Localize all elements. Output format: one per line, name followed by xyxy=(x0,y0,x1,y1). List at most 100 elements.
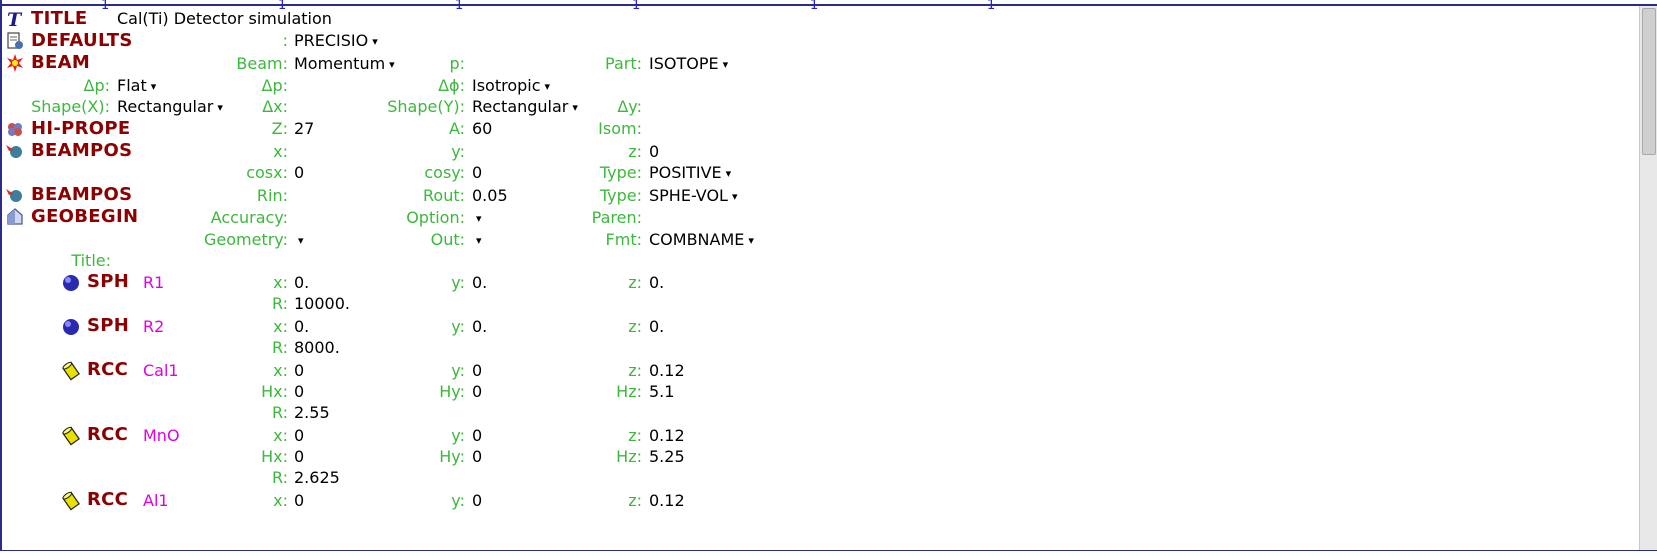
type-select[interactable]: SPHE-VOL ▾ xyxy=(649,186,737,206)
flair-input-editor: 1 1 1 1 1 1 T TITLE Cal(Ti) Detector sim… xyxy=(0,0,1657,556)
title-icon: T xyxy=(7,9,23,29)
defaults-value: PRECISIO xyxy=(294,31,369,50)
y-label: y: xyxy=(451,491,465,510)
p-label: p: xyxy=(449,54,465,73)
beam-label: Beam: xyxy=(236,54,288,73)
ruler-marker: 1 xyxy=(455,0,464,13)
dropdown-arrow-icon: ▾ xyxy=(731,190,738,203)
y-label: y: xyxy=(451,317,465,336)
z-value[interactable]: 0.12 xyxy=(649,361,685,381)
card-title[interactable]: TITLE xyxy=(31,9,88,29)
out-label: Out: xyxy=(430,230,465,249)
z-value[interactable]: 0.12 xyxy=(649,426,685,446)
hx-label: Hx: xyxy=(261,382,288,401)
hy-label: Hy: xyxy=(439,382,465,401)
beampos-icon xyxy=(6,145,22,158)
defaults-select[interactable]: PRECISIO ▾ xyxy=(294,31,378,51)
hz-value[interactable]: 5.25 xyxy=(649,447,685,467)
card-beam[interactable]: BEAM xyxy=(31,53,90,73)
paren-label: Paren: xyxy=(591,208,642,227)
svg-text:T: T xyxy=(7,9,23,29)
dropdown-arrow-icon: ▾ xyxy=(725,167,732,180)
cylinder-icon xyxy=(62,491,80,511)
dphi-select[interactable]: Isotropic ▾ xyxy=(472,76,550,96)
z-value[interactable]: 0. xyxy=(649,317,664,337)
dropdown-arrow-icon: ▾ xyxy=(722,58,729,71)
dx-label: Δx: xyxy=(262,97,288,116)
r-value[interactable]: 10000. xyxy=(294,294,350,314)
shapey-label: Shape(Y): xyxy=(387,97,465,116)
ruler-marker: 1 xyxy=(987,0,996,13)
accuracy-label: Accuracy: xyxy=(210,208,288,227)
a-label: A: xyxy=(448,119,465,138)
dphi-label: Δϕ: xyxy=(438,76,465,95)
ruler-marker: 1 xyxy=(810,0,819,13)
y-label: y: xyxy=(451,426,465,445)
type-label: Type: xyxy=(599,186,642,205)
y-label: y: xyxy=(451,142,465,161)
dp2-label: Δp: xyxy=(261,76,289,95)
x-label: x: xyxy=(273,491,288,510)
type-value: POSITIVE xyxy=(649,163,722,182)
hz-value[interactable]: 5.1 xyxy=(649,382,674,402)
cosy-label: cosy: xyxy=(424,163,465,182)
rout-label: Rout: xyxy=(423,186,465,205)
geo-title-label: Title: xyxy=(71,251,111,270)
defaults-icon xyxy=(7,32,23,49)
card-hi-prope[interactable]: HI-PROPE xyxy=(31,119,130,139)
part-label: Part: xyxy=(605,54,642,73)
cylinder-icon xyxy=(62,361,80,381)
ruler-bar xyxy=(0,0,1657,6)
hz-label: Hz: xyxy=(616,447,642,466)
dropdown-arrow-icon: ▾ xyxy=(544,80,551,93)
z-value[interactable]: 0. xyxy=(649,273,664,293)
sphere-icon xyxy=(63,319,79,335)
hz-label: Hz: xyxy=(616,382,642,401)
z-label: z: xyxy=(628,361,642,380)
cylinder-icon xyxy=(62,426,80,446)
ruler-marker: 1 xyxy=(101,0,110,13)
z-label: z: xyxy=(628,426,642,445)
x-label: x: xyxy=(273,317,288,336)
fmt-select[interactable]: COMBNAME ▾ xyxy=(649,230,754,250)
type-label: Type: xyxy=(599,163,642,182)
dp-label: Δp: xyxy=(83,76,111,95)
sphere-icon xyxy=(63,275,79,291)
shapex-label: Shape(X): xyxy=(31,97,110,116)
type-value: SPHE-VOL xyxy=(649,186,728,205)
rin-label: Rin: xyxy=(256,186,288,205)
scrollbar-thumb[interactable] xyxy=(1642,8,1656,155)
r-value[interactable]: 8000. xyxy=(294,338,340,358)
z-label: z: xyxy=(628,142,642,161)
isom-label: Isom: xyxy=(598,119,642,138)
defaults-colon: : xyxy=(282,31,288,50)
z-label: Z: xyxy=(271,119,288,138)
title-value[interactable]: Cal(Ti) Detector simulation xyxy=(117,9,332,29)
geobegin-icon xyxy=(7,208,23,225)
option-label: Option: xyxy=(406,208,465,227)
beam-icon xyxy=(7,54,23,72)
fmt-label: Fmt: xyxy=(605,230,642,249)
r-value[interactable]: 2.625 xyxy=(294,468,340,488)
hy-label: Hy: xyxy=(439,447,465,466)
dy-label: Δy: xyxy=(617,97,642,116)
particle-select[interactable]: ISOTOPE ▾ xyxy=(649,54,728,74)
r-value[interactable]: 2.55 xyxy=(294,403,330,423)
x-label: x: xyxy=(273,361,288,380)
cosx-label: cosx: xyxy=(246,163,288,182)
type-select[interactable]: POSITIVE ▾ xyxy=(649,163,731,183)
r-label: R: xyxy=(271,338,288,357)
z-value[interactable]: 0 xyxy=(649,142,659,162)
beampos-icon xyxy=(6,189,22,202)
hx-label: Hx: xyxy=(261,447,288,466)
particle-value: ISOTOPE xyxy=(649,54,719,73)
r-label: R: xyxy=(271,294,288,313)
ruler-marker: 1 xyxy=(632,0,641,13)
y-label: y: xyxy=(451,273,465,292)
x-label: x: xyxy=(273,426,288,445)
bottom-border xyxy=(0,550,1657,556)
geometry-label: Geometry: xyxy=(203,230,288,249)
vertical-scrollbar[interactable] xyxy=(1639,6,1657,550)
fmt-value: COMBNAME xyxy=(649,230,745,249)
z-value[interactable]: 0.12 xyxy=(649,491,685,511)
